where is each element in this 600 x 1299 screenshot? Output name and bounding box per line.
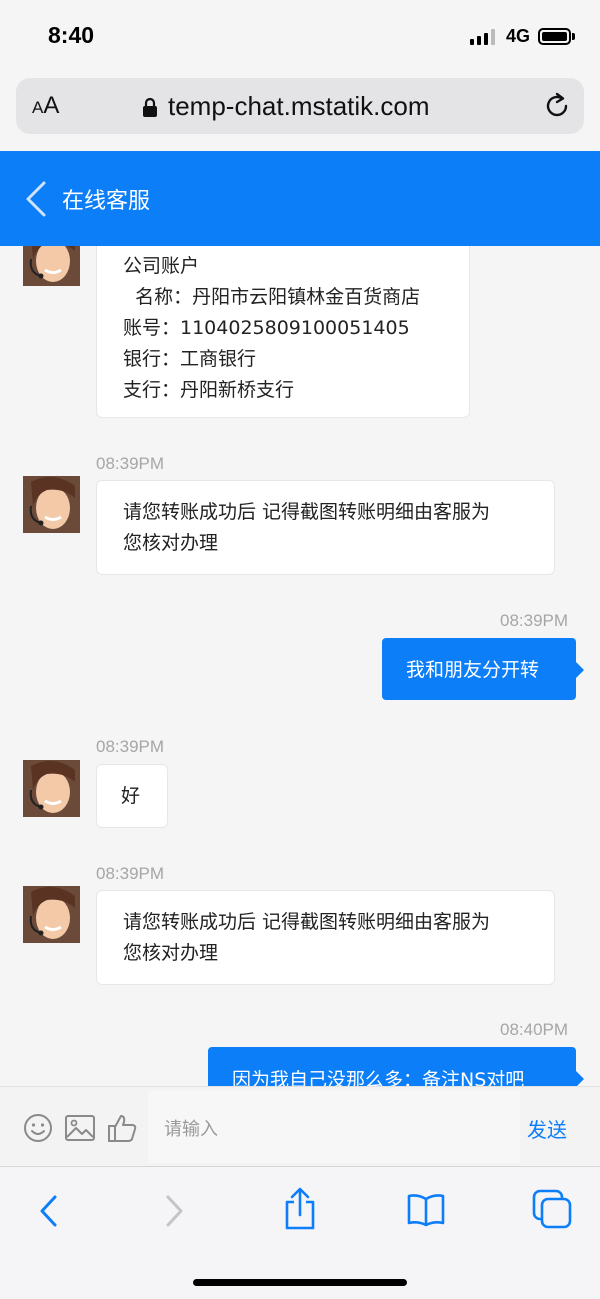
battery-tip: [572, 33, 575, 40]
share-icon[interactable]: [282, 1187, 318, 1231]
message-line: 名称：丹阳市云阳镇林金百货商店: [123, 286, 421, 308]
agent-message: 公司账户 名称：丹阳市云阳镇林金百货商店 账号：1104025809100051…: [96, 246, 470, 418]
header-title: 在线客服: [62, 189, 151, 214]
message-line: 账号：1104025809100051405: [123, 317, 410, 339]
network-type: 4G: [506, 26, 531, 46]
text-size-button[interactable]: AA: [32, 92, 59, 120]
message-timestamp: 08:39PM: [96, 454, 165, 473]
message-line: 支行：丹阳新桥支行: [123, 379, 295, 401]
battery-icon: [538, 28, 571, 45]
bookmarks-icon[interactable]: [406, 1193, 446, 1227]
agent-message: 好: [96, 764, 168, 828]
safari-toolbar: [0, 1166, 600, 1299]
user-message: 因为我自己没那么多：备注NS对吧: [208, 1047, 584, 1086]
user-message: 我和朋友分开转: [382, 638, 584, 700]
url-text[interactable]: temp-chat.mstatik.com: [168, 91, 430, 122]
emoji-icon[interactable]: [22, 1112, 54, 1144]
message-line: 请您转账成功后 记得截图转账明细由客服为: [123, 911, 491, 933]
message-line: 您核对办理: [123, 942, 219, 964]
chevron-left-icon[interactable]: [22, 180, 48, 218]
message-line: 银行：工商银行: [123, 348, 257, 370]
message-line: 我和朋友分开转: [406, 659, 540, 681]
image-icon[interactable]: [64, 1112, 96, 1144]
message-timestamp: 08:39PM: [500, 611, 569, 630]
agent-avatar: [23, 476, 80, 533]
message-line: 因为我自己没那么多：备注NS对吧: [232, 1069, 525, 1086]
forward-icon[interactable]: [162, 1193, 186, 1229]
status-bar: 8:40 4G: [0, 0, 600, 72]
message-line: 公司账户: [123, 255, 200, 277]
message-timestamp: 08:39PM: [96, 737, 165, 756]
text-size-small-label: A: [32, 98, 44, 117]
message-line: 请您转账成功后 记得截图转账明细由客服为: [123, 501, 491, 523]
signal-icon: [470, 29, 495, 45]
address-bar[interactable]: AA temp-chat.mstatik.com: [16, 78, 584, 134]
message-input-placeholder[interactable]: 请输入: [164, 1115, 218, 1141]
message-line: 好: [121, 785, 141, 807]
status-time: 8:40: [48, 22, 95, 48]
message-list[interactable]: 公司账户 名称：丹阳市云阳镇林金百货商店 账号：1104025809100051…: [0, 246, 600, 1086]
message-line: 您核对办理: [123, 532, 219, 554]
agent-avatar: [23, 760, 80, 817]
text-size-large-label: A: [43, 92, 60, 119]
back-icon[interactable]: [36, 1193, 60, 1229]
agent-message: 请您转账成功后 记得截图转账明细由客服为 您核对办理: [96, 890, 555, 985]
reload-icon[interactable]: [542, 91, 572, 121]
message-timestamp: 08:40PM: [500, 1020, 569, 1039]
agent-avatar: [23, 886, 80, 943]
agent-avatar: [23, 246, 80, 286]
send-button[interactable]: 发送: [527, 1114, 567, 1143]
message-timestamp: 08:39PM: [96, 864, 165, 883]
thumbs-up-icon[interactable]: [106, 1112, 138, 1144]
lock-icon: [143, 97, 157, 117]
chat-header: 在线客服: [0, 151, 600, 246]
input-bar: 请输入 发送: [0, 1086, 600, 1166]
home-indicator: [193, 1279, 407, 1286]
tabs-icon[interactable]: [532, 1189, 572, 1229]
agent-message: 请您转账成功后 记得截图转账明细由客服为 您核对办理: [96, 480, 555, 575]
